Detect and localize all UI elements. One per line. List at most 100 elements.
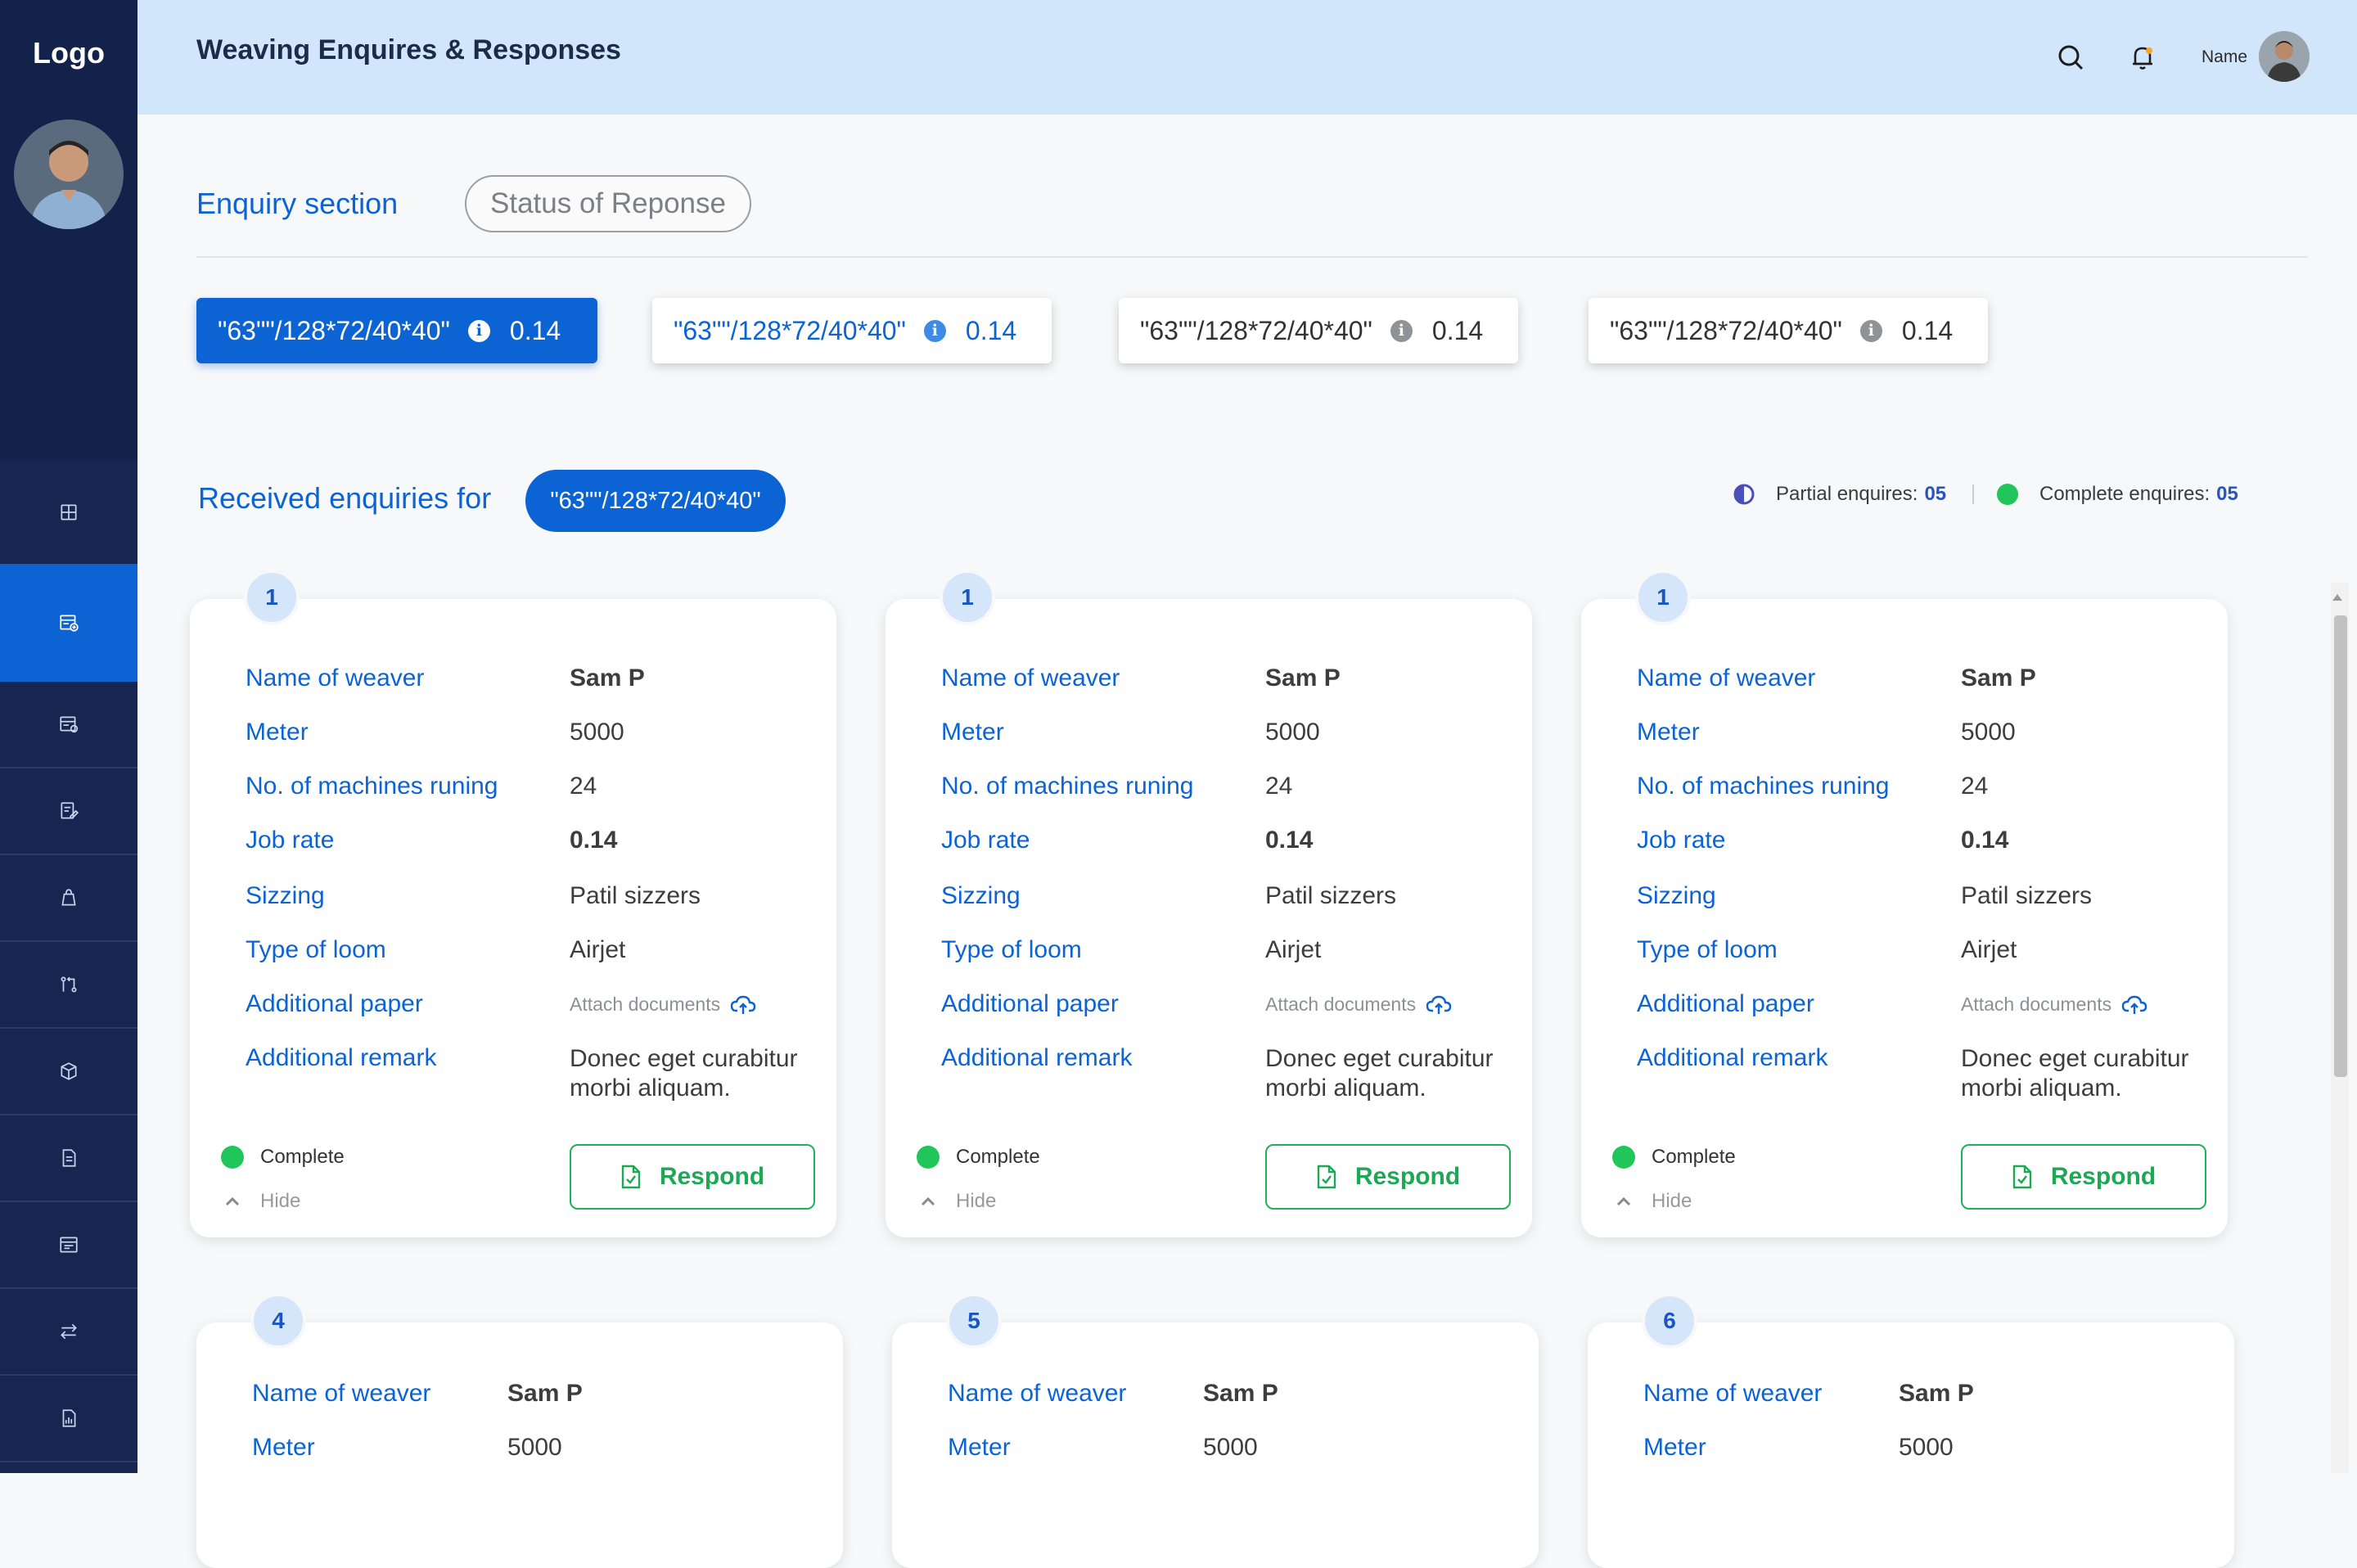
info-icon[interactable]: i (467, 319, 490, 342)
quality-chip[interactable]: "63""/128*72/40*40" i 0.14 (196, 298, 597, 363)
logo[interactable]: Logo (0, 36, 137, 70)
bag-icon (61, 889, 76, 906)
field-label-remark: Additional remark (941, 1044, 1133, 1071)
chevron-up-icon (921, 1196, 935, 1206)
field-label-sizing: Sizzing (941, 882, 1021, 909)
report-icon (62, 1409, 76, 1427)
attach-documents-link[interactable]: Attach documents (570, 994, 756, 1016)
field-value-meter: 5000 (1961, 719, 2016, 746)
status-label: Complete (1652, 1146, 1736, 1168)
field-label-job-rate: Job rate (941, 827, 1030, 854)
field-label-remark: Additional remark (1637, 1044, 1828, 1071)
nav-enquiries[interactable] (0, 564, 137, 682)
quality-rate: 0.14 (1431, 315, 1484, 345)
dashboard-icon (61, 504, 77, 520)
field-label-meter: Meter (1637, 719, 1700, 746)
header-avatar[interactable] (2259, 31, 2310, 82)
field-label-meter: Meter (246, 719, 309, 746)
nav-edit[interactable] (0, 768, 137, 855)
partial-label: Partial enquires: (1776, 483, 1918, 505)
hide-toggle[interactable]: Hide (224, 1190, 300, 1213)
nav-documents[interactable] (0, 1115, 137, 1202)
document-check-icon (1317, 1165, 1336, 1189)
field-label-paper: Additional paper (941, 990, 1119, 1017)
enquiry-icon (60, 615, 79, 632)
respond-label: Respond (2050, 1163, 2156, 1190)
tab-status-of-response[interactable]: Status of Reponse (465, 175, 751, 232)
field-label-loom: Type of loom (246, 936, 386, 963)
tab-enquiry-section[interactable]: Enquiry section (196, 187, 398, 221)
hide-toggle[interactable]: Hide (920, 1190, 996, 1213)
respond-button[interactable]: Respond (1265, 1144, 1511, 1210)
cloud-upload-icon[interactable] (1426, 994, 1452, 1016)
field-value-remark: Donec eget curabitur morbi aliquam. (1961, 1045, 2189, 1102)
enquiry-number-badge: 4 (250, 1293, 306, 1349)
scroll-up-arrow[interactable] (2332, 594, 2342, 601)
package-icon (61, 1062, 77, 1080)
nav-reports[interactable] (0, 1376, 137, 1462)
info-icon[interactable]: i (1859, 319, 1882, 342)
enquiry-number-badge: 6 (1642, 1293, 1697, 1349)
chevron-up-icon (1616, 1196, 1631, 1206)
nav-bag[interactable] (0, 855, 137, 942)
cloud-upload-icon[interactable] (2121, 994, 2147, 1016)
nav-transfer[interactable] (0, 942, 137, 1029)
cloud-upload-icon[interactable] (730, 994, 756, 1016)
field-label-job-rate: Job rate (1637, 827, 1726, 854)
field-value-meter: 5000 (1899, 1434, 1954, 1461)
invoice-icon (60, 1237, 78, 1253)
respond-button[interactable]: Respond (570, 1144, 815, 1210)
nav-invoice[interactable] (0, 1202, 137, 1289)
field-label-remark: Additional remark (246, 1044, 437, 1071)
field-label-sizing: Sizzing (246, 882, 325, 909)
respond-button[interactable]: Respond (1961, 1144, 2206, 1210)
document-check-icon (2012, 1165, 2032, 1189)
field-value-loom: Airjet (1265, 936, 1322, 963)
quality-chip[interactable]: "63""/128*72/40*40" i 0.14 (1119, 298, 1518, 363)
field-value-meter: 5000 (1265, 719, 1320, 746)
quality-chip[interactable]: "63""/128*72/40*40" i 0.14 (652, 298, 1052, 363)
transfer-icon (61, 976, 77, 993)
field-value-meter: 5000 (570, 719, 624, 746)
attach-label: Attach documents (1961, 994, 2112, 1015)
field-label-loom: Type of loom (1637, 936, 1778, 963)
field-value-job-rate: 0.14 (1961, 827, 2009, 854)
attach-documents-link[interactable]: Attach documents (1265, 994, 1452, 1016)
field-label-sizing: Sizzing (1637, 882, 1716, 909)
attach-documents-link[interactable]: Attach documents (1961, 994, 2147, 1016)
field-value-machines: 24 (570, 773, 597, 800)
nav-exchange[interactable] (0, 1289, 137, 1376)
field-value-sizing: Patil sizzers (570, 882, 701, 909)
nav-orders[interactable] (0, 682, 137, 768)
scrollbar-thumb[interactable] (2334, 615, 2347, 1077)
hide-label: Hide (260, 1190, 301, 1212)
field-label-weaver: Name of weaver (252, 1380, 431, 1407)
quality-rate: 0.14 (965, 315, 1017, 345)
enquiry-number-badge: 1 (1635, 570, 1691, 625)
enquiry-number-badge: 1 (244, 570, 300, 625)
search-icon[interactable] (2054, 41, 2087, 74)
complete-label: Complete enquires: (2039, 483, 2211, 505)
complete-dot-icon (917, 1146, 940, 1169)
bell-icon[interactable] (2126, 41, 2159, 74)
sidebar-avatar[interactable] (14, 119, 124, 229)
hide-toggle[interactable]: Hide (1616, 1190, 1692, 1213)
enquiry-card: 1 Name of weaver Sam P Meter 5000 No. of m… (190, 570, 836, 1237)
field-label-machines: No. of machines runing (246, 773, 498, 800)
selected-quality-pill[interactable]: "63""/128*72/40*40" (525, 470, 786, 532)
info-icon[interactable]: i (923, 319, 946, 342)
field-value-weaver: Sam P (1203, 1380, 1278, 1407)
nav-dashboard[interactable] (0, 461, 137, 564)
enquiry-card: 4 Name of weaver Sam P Meter 5000 (196, 1293, 843, 1568)
field-label-meter: Meter (948, 1434, 1011, 1461)
status-label: Complete (260, 1146, 345, 1168)
tabs-divider (196, 256, 2308, 258)
nav-package[interactable] (0, 1029, 137, 1115)
field-label-machines: No. of machines runing (941, 773, 1194, 800)
quality-chip[interactable]: "63""/128*72/40*40" i 0.14 (1589, 298, 1988, 363)
info-icon[interactable]: i (1390, 319, 1413, 342)
field-value-loom: Airjet (570, 936, 626, 963)
quality-label: "63""/128*72/40*40" (1610, 315, 1842, 345)
field-value-meter: 5000 (507, 1434, 562, 1461)
user-name[interactable]: Name (2202, 47, 2247, 67)
